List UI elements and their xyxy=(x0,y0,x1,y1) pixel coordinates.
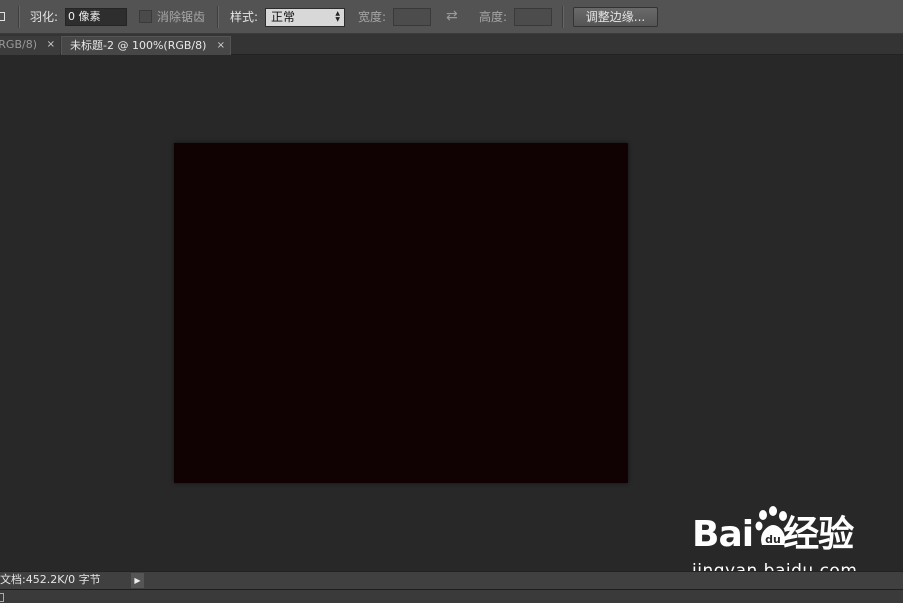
width-label: 宽度: xyxy=(358,10,387,24)
close-icon[interactable]: × xyxy=(47,36,55,53)
options-bar: 羽化: 0 像素 消除锯齿 样式: 正常 ▲ ▼ 宽度: ⇄ 高度: 调整边缘..… xyxy=(0,0,903,34)
height-label: 高度: xyxy=(479,10,508,24)
style-label: 样式: xyxy=(230,10,259,24)
height-input[interactable] xyxy=(514,8,552,26)
document-tab-bar: (RGB/8) × 未标题-2 @ 100%(RGB/8) × xyxy=(0,34,903,55)
marquee-tool-icon[interactable] xyxy=(0,12,5,21)
separator xyxy=(217,6,219,28)
tab-document-2[interactable]: 未标题-2 @ 100%(RGB/8) × xyxy=(61,36,231,55)
document-info: 文档:452.2K/0 字节 xyxy=(0,573,101,586)
close-icon[interactable]: × xyxy=(217,37,225,54)
tab-document-1[interactable]: (RGB/8) × xyxy=(0,36,60,55)
separator xyxy=(562,6,564,28)
width-input[interactable] xyxy=(393,8,431,26)
svg-text:du: du xyxy=(765,533,781,546)
style-select-value: 正常 xyxy=(271,10,296,24)
tab-label: 未标题-2 @ 100%(RGB/8) xyxy=(70,39,207,52)
swap-icon[interactable]: ⇄ xyxy=(446,8,458,24)
panel-stub-icon xyxy=(0,593,4,602)
feather-label: 羽化: xyxy=(30,10,59,24)
feather-input[interactable]: 0 像素 xyxy=(65,8,127,26)
antialias-checkbox[interactable] xyxy=(139,10,152,23)
document-canvas[interactable] xyxy=(174,143,628,483)
antialias-label: 消除锯齿 xyxy=(157,10,206,24)
refine-edge-button[interactable]: 调整边缘... xyxy=(573,7,658,27)
select-arrows-icon: ▲ ▼ xyxy=(335,10,340,23)
status-menu-arrow-icon[interactable]: ▶ xyxy=(131,573,144,588)
paw-icon: du xyxy=(755,506,787,546)
style-select[interactable]: 正常 ▲ ▼ xyxy=(265,8,345,27)
status-bar: 文档:452.2K/0 字节 ▶ xyxy=(0,571,903,589)
tab-label: (RGB/8) xyxy=(0,38,38,51)
separator xyxy=(18,6,20,28)
bottom-panel-strip xyxy=(0,589,903,603)
